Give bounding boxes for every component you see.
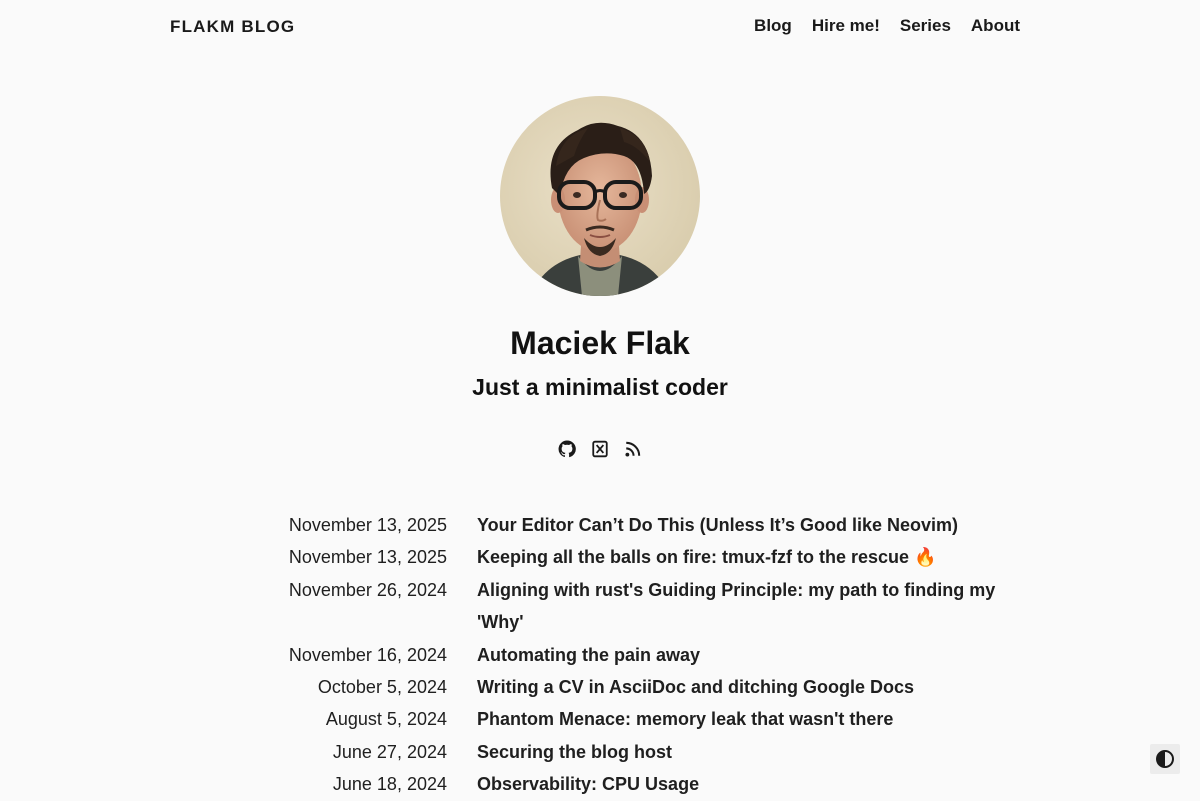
nav-item-series[interactable]: Series xyxy=(900,16,951,36)
post-link[interactable]: Keeping all the balls on fire: tmux-fzf … xyxy=(477,541,1007,573)
post-date: October 5, 2024 xyxy=(317,677,447,698)
avatar-portrait xyxy=(500,96,700,296)
social-links xyxy=(0,440,1200,458)
contrast-icon xyxy=(1156,750,1174,768)
post-link[interactable]: Aligning with rust's Guiding Principle: … xyxy=(477,574,1007,639)
list-item: June 27, 2024 Securing the blog host xyxy=(0,736,1200,768)
nav-item-blog[interactable]: Blog xyxy=(754,16,792,36)
brand-link[interactable]: FLAKM BLOG xyxy=(170,17,295,37)
post-link[interactable]: Automating the pain away xyxy=(477,639,1007,671)
post-date: November 16, 2024 xyxy=(288,644,447,665)
list-item: November 26, 2024 Aligning with rust's G… xyxy=(0,574,1200,639)
avatar xyxy=(500,96,700,296)
list-item: October 5, 2024 Writing a CV in AsciiDoc… xyxy=(0,671,1200,703)
post-date: June 18, 2024 xyxy=(332,774,447,795)
profile-name: Maciek Flak xyxy=(510,325,690,361)
nav-item-about[interactable]: About xyxy=(971,16,1020,36)
rss-icon[interactable] xyxy=(624,440,642,458)
list-item: November 13, 2025 Keeping all the balls … xyxy=(0,541,1200,573)
profile-tagline: Just a minimalist coder xyxy=(472,374,728,400)
post-date: November 26, 2024 xyxy=(288,579,447,600)
post-date: August 5, 2024 xyxy=(325,709,447,730)
theme-toggle-button[interactable] xyxy=(1150,744,1180,774)
post-date: November 13, 2025 xyxy=(288,515,447,535)
post-link[interactable]: Phantom Menace: memory leak that wasn't … xyxy=(477,703,1007,735)
list-item: November 16, 2024 Automating the pain aw… xyxy=(0,639,1200,671)
main-nav: Blog Hire me! Series About xyxy=(754,16,1020,36)
post-link[interactable]: Securing the blog host xyxy=(477,736,1007,768)
nav-item-hire-me[interactable]: Hire me! xyxy=(812,16,880,36)
list-item: August 5, 2024 Phantom Menace: memory le… xyxy=(0,703,1200,735)
post-date: November 13, 2025 xyxy=(288,547,447,568)
x-icon[interactable] xyxy=(591,440,609,458)
list-item: November 13, 2025 Your Editor Can’t Do T… xyxy=(0,509,1200,541)
site-header: FLAKM BLOG Blog Hire me! Series About xyxy=(0,0,1200,54)
post-link[interactable]: Observability: CPU Usage xyxy=(477,768,1007,800)
github-icon[interactable] xyxy=(558,440,576,458)
list-item: June 18, 2024 Observability: CPU Usage xyxy=(0,768,1200,800)
post-list: November 13, 2025 Your Editor Can’t Do T… xyxy=(0,509,1200,801)
post-link[interactable]: Writing a CV in AsciiDoc and ditching Go… xyxy=(477,671,1007,703)
post-link[interactable]: Your Editor Can’t Do This (Unless It’s G… xyxy=(477,509,1007,541)
post-date: June 27, 2024 xyxy=(332,741,447,762)
